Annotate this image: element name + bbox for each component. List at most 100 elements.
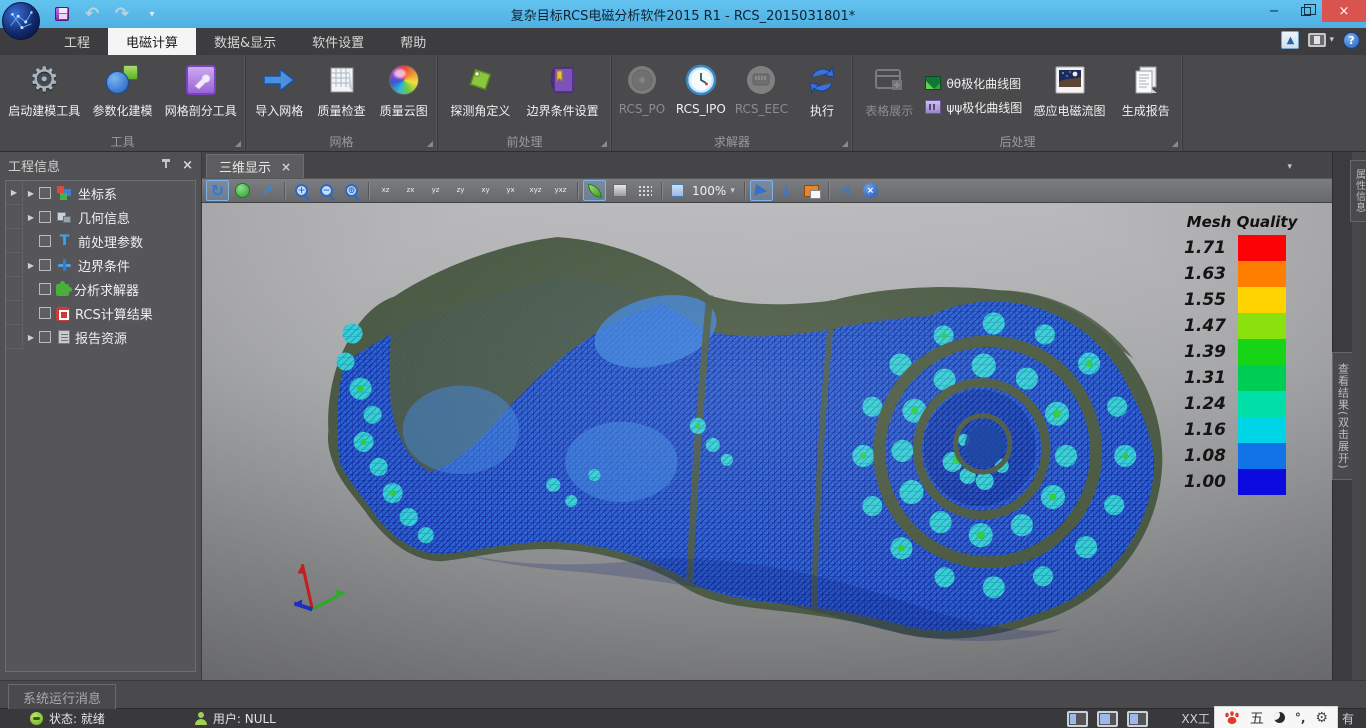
mesh-partition-tool-button[interactable]: 网格剖分工具 — [161, 59, 241, 121]
3d-viewport[interactable]: Mesh Quality 1.71 1.63 1.55 1.47 1.39 1.… — [202, 203, 1332, 680]
ime-settings-icon[interactable]: ⚙ — [1315, 710, 1328, 726]
solver-rcs-po-button[interactable]: RCS_PO — [613, 59, 671, 118]
launch-modeling-tool-button[interactable]: ⚙ 启动建模工具 — [4, 59, 84, 121]
minimize-button[interactable]: − — [1258, 0, 1290, 22]
checkbox[interactable] — [39, 211, 51, 223]
tab-close-icon[interactable]: × — [281, 160, 291, 174]
view-xz-button[interactable]: xz — [374, 180, 397, 201]
quality-cloud-map-button[interactable]: 质量云图 — [375, 59, 433, 121]
quality-check-button[interactable]: 质量检查 — [313, 59, 371, 121]
flat-view-button[interactable] — [608, 180, 631, 201]
theta-polarization-curve-button[interactable]: θθ极化曲线图 — [925, 75, 1022, 92]
ime-mode-label[interactable]: 五 — [1250, 708, 1264, 728]
ribbon-group-preprocess: 探测角定义 边界条件设置 前处理 ◢ — [438, 55, 612, 151]
group-dialog-launcher-icon[interactable]: ◢ — [601, 140, 607, 148]
layout-split-icon[interactable] — [1127, 711, 1148, 727]
solver-rcs-ipo-button[interactable]: RCS_IPO — [672, 59, 730, 118]
help-button[interactable]: ? — [1343, 32, 1360, 49]
footer-text: XX工 — [1181, 710, 1209, 727]
checkbox[interactable] — [39, 187, 51, 199]
expander-icon[interactable]: ▶ — [23, 213, 39, 222]
tab-em-computation[interactable]: 电磁计算 — [108, 28, 196, 55]
grid-view-button[interactable] — [633, 180, 656, 201]
psi-polarization-curve-button[interactable]: ψψ极化曲线图 — [925, 99, 1022, 116]
tree-item-coordinate-system[interactable]: ▶ ▶ 坐标系 — [6, 181, 195, 205]
view-iso2-button[interactable]: yxz — [549, 180, 572, 201]
clear-view-button[interactable]: × — [859, 180, 882, 201]
drop-down-tool-button[interactable]: ↓ — [775, 180, 798, 201]
pin-icon[interactable] — [160, 159, 172, 171]
tab-software-settings[interactable]: 软件设置 — [294, 28, 382, 55]
group-dialog-launcher-icon[interactable]: ◢ — [842, 140, 848, 148]
group-dialog-launcher-icon[interactable]: ◢ — [427, 140, 433, 148]
import-mesh-button[interactable]: 导入网格 — [250, 59, 308, 121]
view-xy-button[interactable]: xy — [474, 180, 497, 201]
panel-title: 工程信息 — [8, 156, 60, 175]
tree-item-geometry-info[interactable]: ▶ 几何信息 — [6, 205, 195, 229]
tab-help[interactable]: 帮助 — [382, 28, 444, 55]
shaded-view-button[interactable] — [583, 180, 606, 201]
copy-view-button[interactable] — [800, 180, 823, 201]
tree-item-boundary-conditions[interactable]: ▶ 边界条件 — [6, 253, 195, 277]
view-iso1-button[interactable]: xyz — [524, 180, 547, 201]
tree-item-analysis-solver[interactable]: 分析求解器 — [6, 277, 195, 301]
group-dialog-launcher-icon[interactable]: ◢ — [1172, 140, 1178, 148]
sphere-cube-icon — [105, 63, 139, 97]
tree-item-rcs-results[interactable]: RCS计算结果 — [6, 301, 195, 325]
tab-3d-view[interactable]: 三维显示 × — [206, 154, 304, 178]
ime-toolbar[interactable]: 五 °, ⚙ — [1214, 706, 1338, 728]
expander-icon[interactable]: ▶ — [23, 261, 39, 270]
checkbox[interactable] — [39, 331, 51, 343]
punctuation-icon[interactable]: °, — [1295, 711, 1306, 725]
tab-system-messages[interactable]: 系统运行消息 — [8, 684, 116, 709]
legend-band — [1238, 287, 1286, 313]
moon-icon[interactable] — [1274, 712, 1285, 723]
layout-wide-panel-icon[interactable] — [1097, 711, 1118, 727]
zoom-fit-button[interactable]: ⊕ — [340, 180, 363, 201]
tree-item-report-resources[interactable]: ▶ 报告资源 — [6, 325, 195, 349]
pan-sphere-icon — [235, 183, 250, 198]
layout-left-panel-icon[interactable] — [1067, 711, 1088, 727]
zoom-level-select[interactable]: 100% ▾ — [667, 184, 739, 198]
rotate-view-button[interactable]: ↻ — [206, 180, 229, 201]
expander-icon[interactable]: ▶ — [23, 189, 39, 198]
zoom-out-button[interactable]: − — [315, 180, 338, 201]
tab-list-dropdown-icon[interactable]: ▾ — [1287, 162, 1292, 172]
tree-item-preprocess-params[interactable]: T 前处理参数 — [6, 229, 195, 253]
induced-current-map-button[interactable]: 感应电磁流图 — [1030, 59, 1110, 121]
table-display-button[interactable]: 表格展示 — [860, 59, 918, 121]
zoom-dynamic-button[interactable]: ↗ — [256, 180, 279, 201]
tab-property-info[interactable]: 属性信息 — [1350, 160, 1366, 222]
panel-close-icon[interactable]: × — [182, 159, 193, 172]
view-zx-button[interactable]: zx — [399, 180, 422, 201]
tag-icon — [464, 65, 496, 95]
pan-view-button[interactable] — [231, 180, 254, 201]
generate-report-button[interactable]: 生成报告 — [1117, 59, 1175, 121]
view-zy-button[interactable]: zy — [449, 180, 472, 201]
checkbox[interactable] — [39, 283, 51, 295]
checkbox[interactable] — [39, 307, 51, 319]
checkbox[interactable] — [39, 235, 51, 247]
view-yz-button[interactable]: yz — [424, 180, 447, 201]
execute-button[interactable]: 执行 — [793, 59, 851, 121]
zoom-in-button[interactable]: + — [290, 180, 313, 201]
display-mode-button[interactable]: ▾ — [1308, 33, 1334, 47]
solver-rcs-eec-button[interactable]: RCS_EEC — [731, 59, 792, 118]
close-button[interactable]: × — [1322, 0, 1366, 22]
tab-data-display[interactable]: 数据&显示 — [196, 28, 294, 55]
app-logo-icon[interactable] — [2, 2, 40, 40]
restore-button[interactable] — [1290, 0, 1322, 22]
tab-project[interactable]: 工程 — [46, 28, 108, 55]
group-dialog-launcher-icon[interactable]: ◢ — [235, 140, 241, 148]
select-mode-button[interactable] — [750, 180, 773, 201]
tab-view-results[interactable]: 查看结果(双击展开) — [1332, 352, 1354, 481]
parametric-modeling-button[interactable]: 参数化建模 — [88, 59, 156, 121]
book-icon — [548, 65, 578, 95]
share-link-button[interactable]: ⋖ — [834, 180, 857, 201]
collapse-ribbon-button[interactable]: ▲ — [1281, 31, 1299, 49]
checkbox[interactable] — [39, 259, 51, 271]
probe-angle-define-button[interactable]: 探测角定义 — [446, 59, 514, 121]
view-yx-button[interactable]: yx — [499, 180, 522, 201]
expander-icon[interactable]: ▶ — [23, 333, 39, 342]
boundary-condition-settings-button[interactable]: 边界条件设置 — [523, 59, 603, 121]
